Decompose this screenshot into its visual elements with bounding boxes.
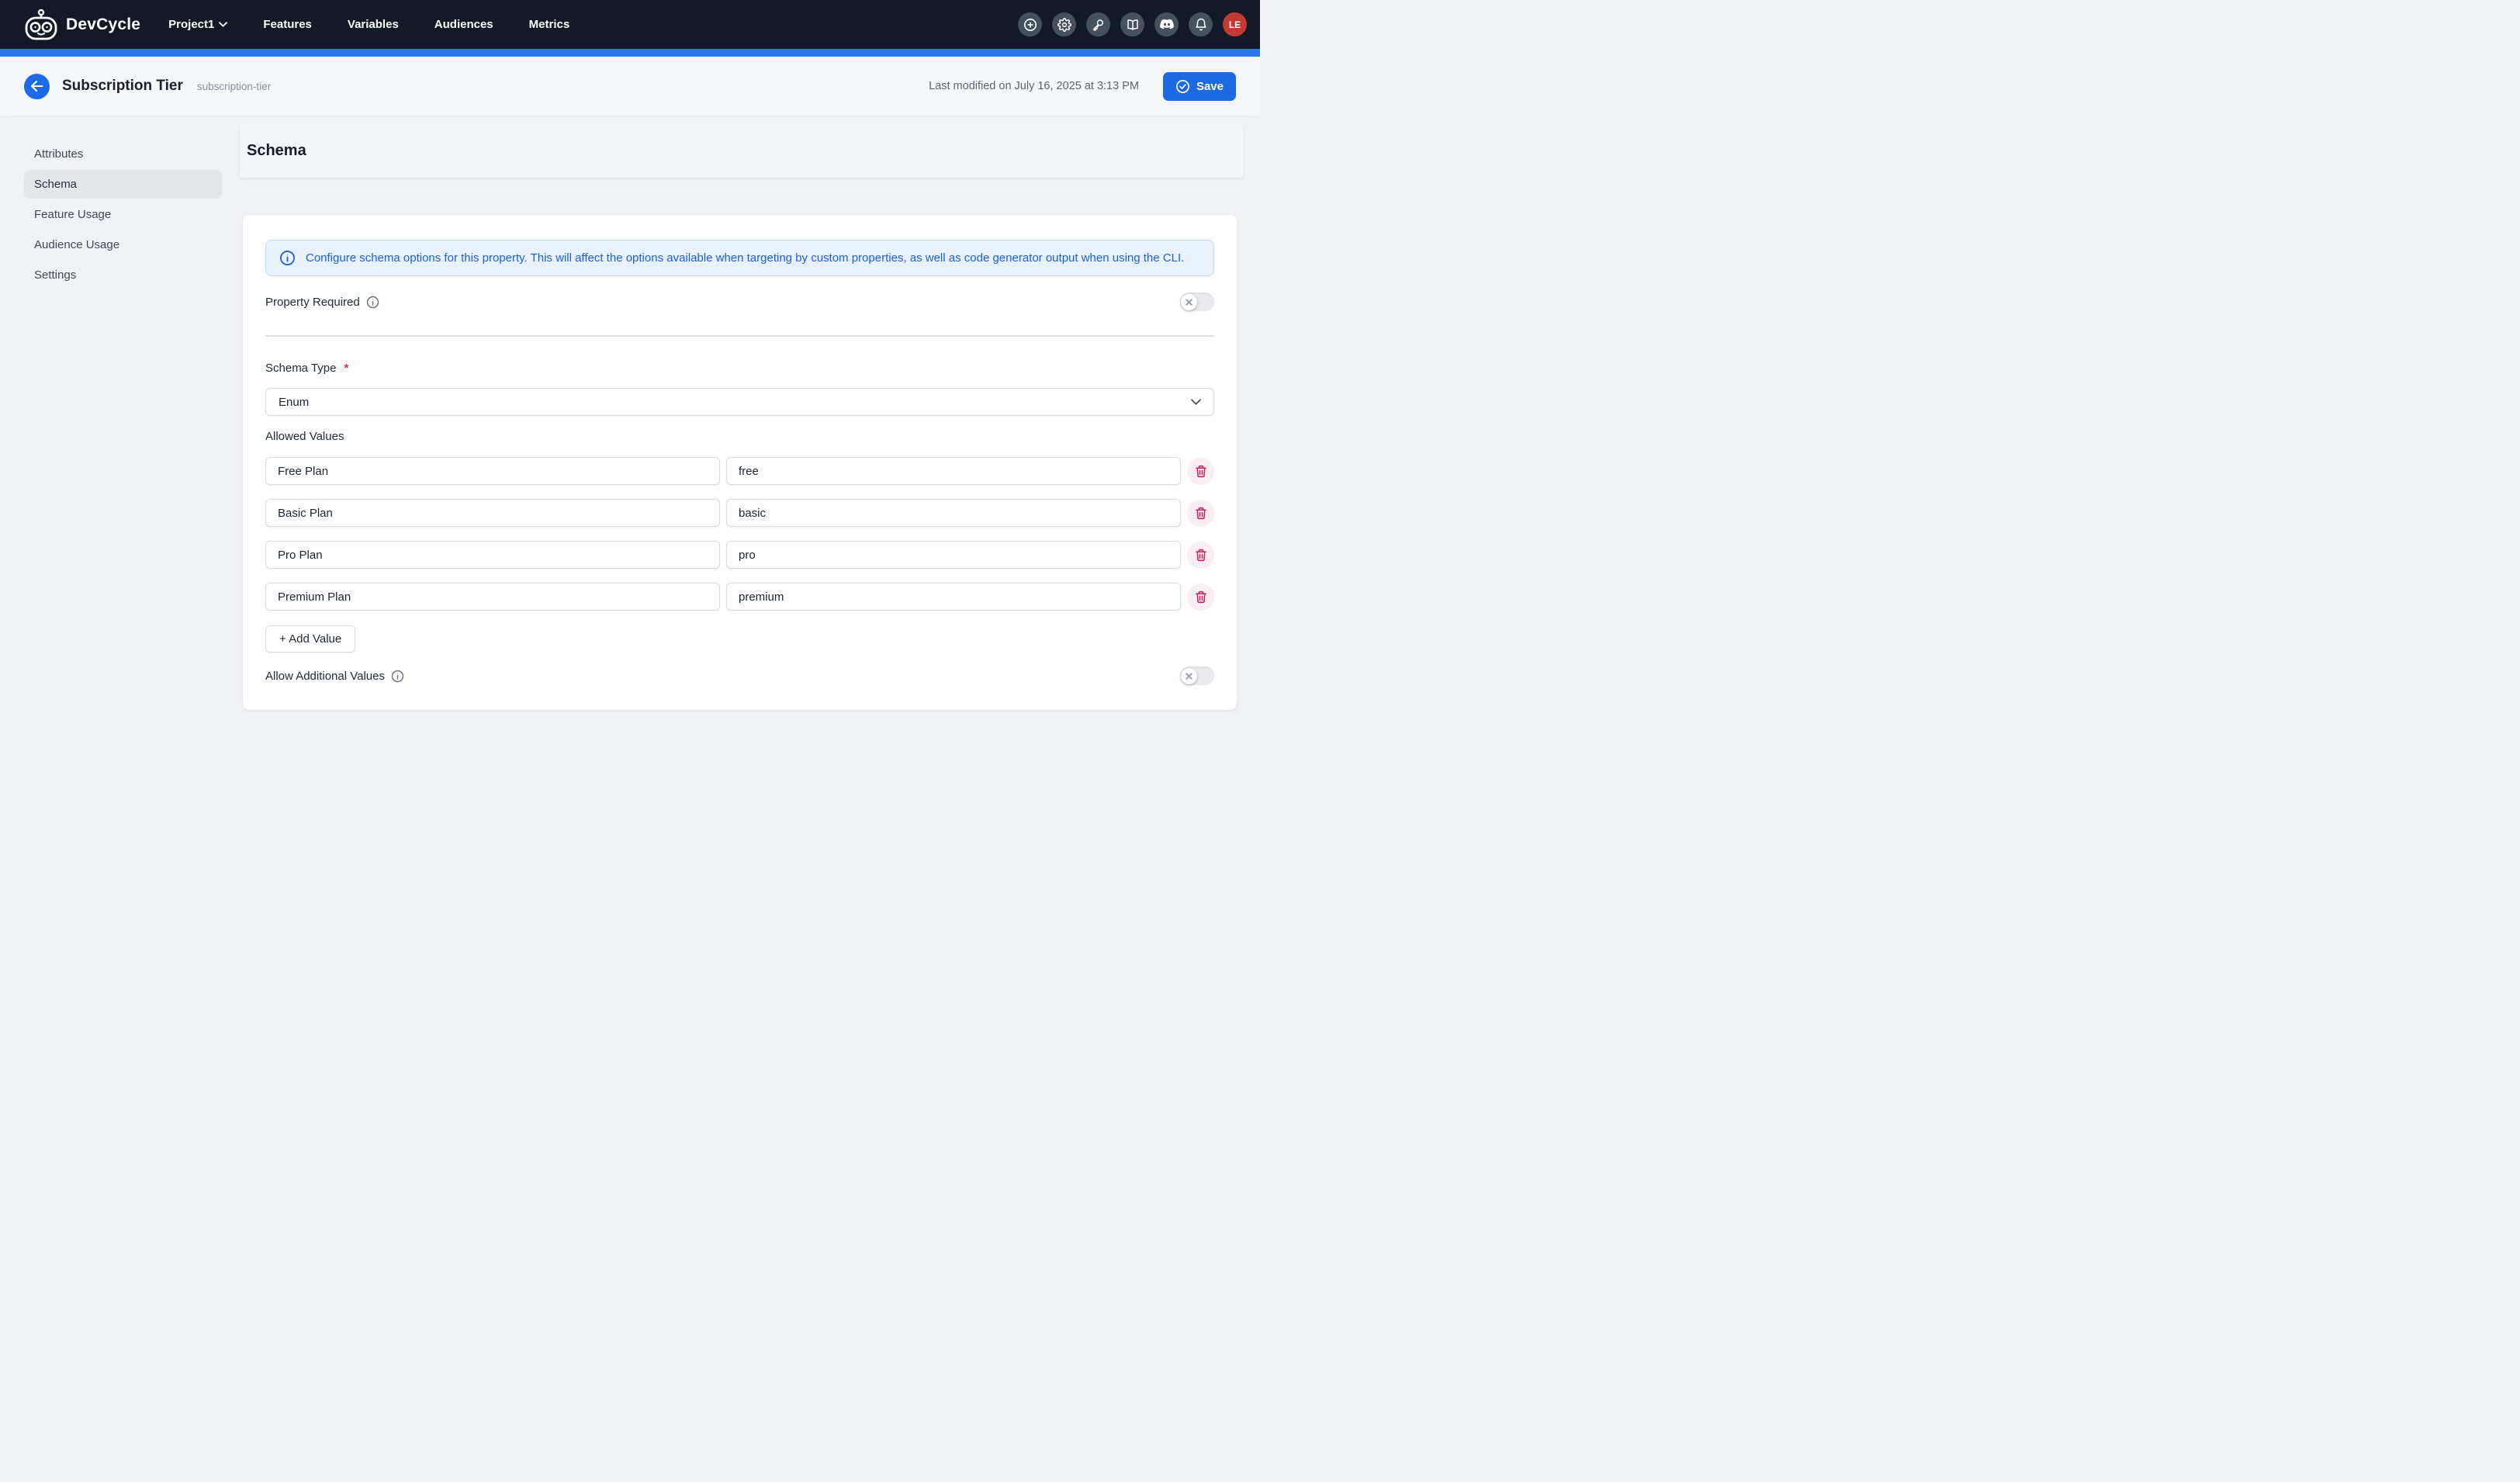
allowed-value-row (265, 457, 1214, 485)
notifications-button[interactable] (1189, 12, 1213, 36)
trash-icon (1195, 465, 1207, 478)
sidebar-item-attributes[interactable]: Attributes (24, 140, 222, 168)
property-required-row: Property Required (265, 293, 1214, 311)
sidebar-item-feature-usage[interactable]: Feature Usage (24, 200, 222, 229)
schema-type-value: Enum (279, 396, 309, 409)
info-alert: Configure schema options for this proper… (265, 240, 1214, 276)
schema-card: Configure schema options for this proper… (243, 215, 1237, 710)
plus-circle-icon (1023, 18, 1037, 32)
property-required-toggle[interactable] (1180, 293, 1214, 311)
delete-value-button[interactable] (1187, 500, 1214, 527)
page-header: Subscription Tier subscription-tier Last… (0, 57, 1260, 116)
bell-icon (1194, 18, 1208, 32)
schema-type-label: Schema Type (265, 362, 336, 375)
save-button-label: Save (1196, 80, 1224, 93)
toggle-knob-off (1181, 294, 1197, 310)
project-switcher-label: Project1 (168, 18, 214, 31)
allowed-value-row (265, 541, 1214, 569)
required-asterisk: * (344, 362, 348, 375)
back-button[interactable] (24, 74, 50, 99)
value-name-input[interactable] (265, 541, 720, 569)
book-icon (1126, 18, 1140, 32)
add-value-button[interactable]: + Add Value (265, 625, 355, 653)
create-button[interactable] (1018, 12, 1042, 36)
value-key-input[interactable] (726, 583, 1181, 611)
value-name-input[interactable] (265, 499, 720, 527)
discord-icon (1160, 19, 1174, 30)
gear-icon (1058, 18, 1071, 32)
allowed-value-row (265, 499, 1214, 527)
nav-item-variables[interactable]: Variables (348, 18, 399, 31)
schema-type-select[interactable]: Enum (265, 388, 1214, 416)
save-button[interactable]: Save (1163, 72, 1236, 101)
sidebar-item-settings[interactable]: Settings (24, 261, 222, 289)
arrow-left-icon (30, 81, 43, 92)
allow-additional-label-group: Allow Additional Values (265, 670, 404, 683)
info-alert-text: Configure schema options for this proper… (306, 251, 1184, 265)
allow-additional-label: Allow Additional Values (265, 670, 385, 683)
chevron-down-icon (1191, 399, 1201, 405)
api-keys-button[interactable] (1086, 12, 1110, 36)
property-sidebar: Attributes Schema Feature Usage Audience… (0, 116, 240, 741)
trash-icon (1195, 590, 1207, 604)
nav-item-metrics[interactable]: Metrics (529, 18, 570, 31)
schema-type-label-group: Schema Type * (265, 362, 1214, 375)
sidebar-item-audience-usage[interactable]: Audience Usage (24, 230, 222, 259)
card-divider (265, 335, 1214, 337)
info-icon (391, 670, 404, 683)
discord-button[interactable] (1154, 12, 1179, 36)
docs-button[interactable] (1120, 12, 1144, 36)
devcycle-app: DevCycle Project1 Features Variables Aud… (0, 0, 1260, 741)
chevron-down-icon (219, 22, 227, 27)
info-icon (279, 250, 296, 266)
trash-icon (1195, 549, 1207, 562)
delete-value-button[interactable] (1187, 583, 1214, 611)
allowed-values-label: Allowed Values (265, 430, 1214, 443)
trash-icon (1195, 507, 1207, 520)
nav-item-features[interactable]: Features (263, 18, 312, 31)
nav-links: Project1 Features Variables Audiences Me… (168, 18, 569, 31)
page-slug: subscription-tier (197, 81, 271, 92)
devcycle-robot-icon (23, 7, 59, 43)
section-heading: Schema (240, 124, 1243, 178)
info-icon (366, 296, 379, 309)
allow-additional-toggle[interactable] (1180, 667, 1214, 685)
value-name-input[interactable] (265, 457, 720, 485)
value-key-input[interactable] (726, 457, 1181, 485)
user-avatar[interactable]: LE (1223, 12, 1247, 36)
value-key-input[interactable] (726, 541, 1181, 569)
delete-value-button[interactable] (1187, 458, 1214, 485)
top-navbar: DevCycle Project1 Features Variables Aud… (0, 0, 1260, 49)
key-icon (1092, 18, 1106, 32)
navbar-actions: LE (1018, 12, 1247, 36)
settings-button[interactable] (1052, 12, 1076, 36)
toggle-knob-off (1181, 668, 1197, 684)
brand-name: DevCycle (66, 16, 140, 34)
content: Attributes Schema Feature Usage Audience… (0, 116, 1260, 741)
accent-stripe (0, 49, 1260, 57)
property-required-label: Property Required (265, 296, 360, 309)
nav-item-audiences[interactable]: Audiences (434, 18, 493, 31)
allowed-value-row (265, 583, 1214, 611)
property-required-label-group: Property Required (265, 296, 379, 309)
last-modified-text: Last modified on July 16, 2025 at 3:13 P… (929, 80, 1139, 92)
sidebar-item-schema[interactable]: Schema (24, 170, 222, 199)
project-switcher[interactable]: Project1 (168, 18, 227, 31)
value-key-input[interactable] (726, 499, 1181, 527)
devcycle-logo[interactable]: DevCycle (23, 7, 140, 43)
allow-additional-row: Allow Additional Values (265, 667, 1214, 685)
page-title: Subscription Tier (62, 78, 183, 95)
main-panel: Schema Configure schema options for this… (240, 116, 1260, 741)
check-circle-icon (1175, 79, 1190, 94)
header-right: Last modified on July 16, 2025 at 3:13 P… (929, 72, 1236, 101)
delete-value-button[interactable] (1187, 542, 1214, 569)
value-name-input[interactable] (265, 583, 720, 611)
